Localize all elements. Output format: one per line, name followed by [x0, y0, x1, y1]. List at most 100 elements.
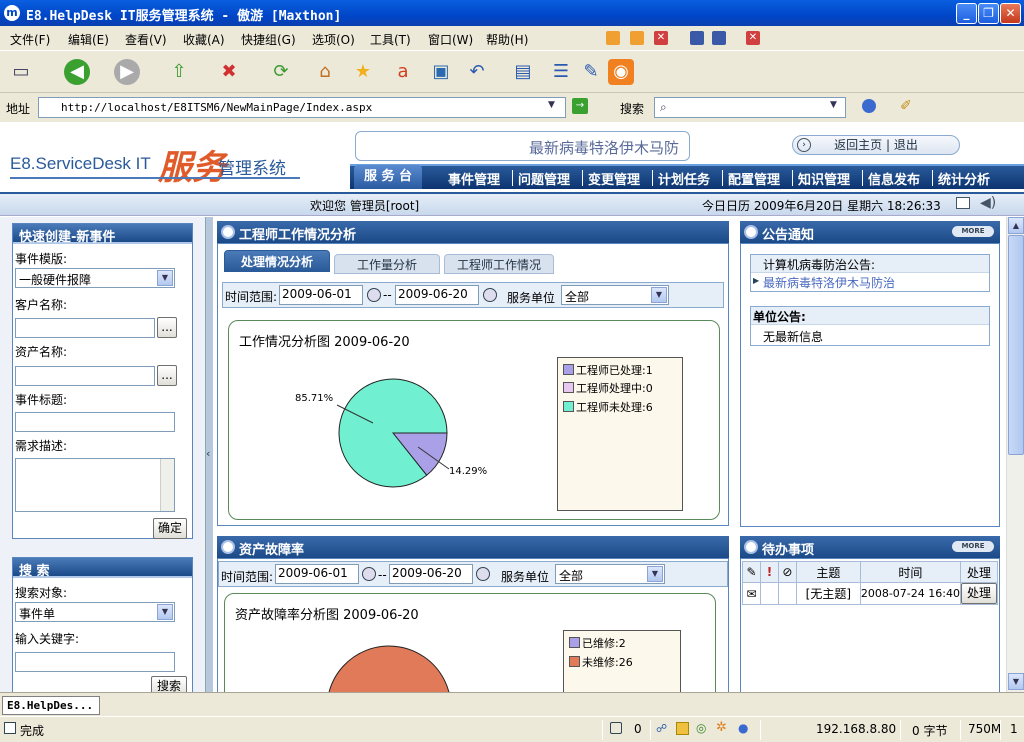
window-titlebar[interactable]: m E8.HelpDesk IT服务管理系统 - 傲游 [Maxthon] _ … [0, 0, 1024, 26]
tab-prev-icon[interactable] [606, 31, 620, 45]
tools-icon[interactable]: ▤ [510, 59, 536, 85]
news-marquee[interactable]: 最新病毒特洛伊木马防 [355, 131, 690, 161]
network-icon[interactable]: ☍ [656, 722, 667, 735]
home-logout-link[interactable]: › 返回主页 | 退出 [792, 135, 960, 155]
globe-icon[interactable]: ● [738, 721, 748, 735]
home-icon[interactable]: ⌂ [312, 59, 338, 85]
refresh-icon[interactable]: ⟳ [268, 59, 294, 85]
tab-workload-analysis[interactable]: 工作量分析 [334, 254, 440, 274]
scroll-up-icon[interactable]: ▲ [1008, 217, 1024, 234]
asset-date-from-input[interactable]: 2009-06-01 [275, 564, 359, 584]
minimize-button[interactable]: _ [956, 3, 977, 24]
tab-engineer-status[interactable]: 工程师工作情况 [444, 254, 554, 274]
asset-date-to-input[interactable]: 2009-06-20 [389, 564, 473, 584]
nav-publish[interactable]: 信息发布 [868, 169, 920, 188]
tab-minimize-icon[interactable] [690, 31, 704, 45]
calendar-icon[interactable] [476, 567, 490, 581]
proxy-icon[interactable]: ◎ [696, 721, 706, 735]
menu-file[interactable]: 文件(F) [10, 31, 50, 48]
translate-icon[interactable]: a [390, 59, 416, 85]
stop-icon[interactable]: ✖ [216, 59, 242, 85]
nav-change[interactable]: 变更管理 [588, 169, 640, 188]
highlight-icon[interactable]: ✐ [900, 98, 912, 114]
confirm-button[interactable]: 确定 [153, 518, 187, 539]
forward-icon[interactable]: ▶ [114, 59, 140, 85]
search-engine-icon[interactable] [862, 99, 876, 113]
book-icon[interactable] [956, 197, 970, 209]
popup-blocker-icon[interactable] [610, 722, 622, 734]
customer-browse-button[interactable]: ... [157, 317, 177, 338]
tab-close-icon[interactable]: ✕ [654, 31, 668, 45]
address-dropdown-icon[interactable]: ▼ [548, 100, 562, 114]
date-from-input[interactable]: 2009-06-01 [279, 285, 363, 305]
nav-statistics[interactable]: 统计分析 [938, 169, 990, 188]
menu-tools[interactable]: 工具(T) [370, 31, 411, 48]
asset-unit-select[interactable]: 全部 ▼ [555, 564, 665, 584]
menu-window[interactable]: 窗口(W) [428, 31, 473, 48]
nav-plan[interactable]: 计划任务 [658, 169, 710, 188]
notice-more-link[interactable]: MORE [952, 226, 994, 237]
search-input[interactable] [654, 97, 846, 118]
home-logout-label: 返回主页 | 退出 [834, 138, 918, 152]
nav-incident[interactable]: 事件管理 [448, 169, 500, 188]
subject-input[interactable] [15, 412, 175, 432]
todo-subject[interactable]: [无主题] [795, 582, 861, 605]
desc-textarea[interactable] [15, 458, 175, 512]
undo-icon[interactable]: ↶ [464, 59, 490, 85]
handle-button[interactable]: 处理 [961, 583, 997, 604]
customer-input[interactable] [15, 318, 155, 338]
date-to-input[interactable]: 2009-06-20 [395, 285, 479, 305]
plugin-icon[interactable] [676, 722, 689, 735]
scroll-down-icon[interactable]: ▼ [1008, 673, 1024, 690]
scroll-thumb[interactable] [1008, 235, 1024, 455]
menu-edit[interactable]: 编辑(E) [68, 31, 109, 48]
sidebar-splitter[interactable]: ‹ [205, 217, 213, 692]
calendar-icon[interactable] [367, 288, 381, 302]
template-select[interactable]: 一般硬件报障 ▼ [15, 268, 175, 288]
notes-icon[interactable]: ✎ [578, 59, 604, 85]
calendar-icon[interactable] [483, 288, 497, 302]
keyword-input[interactable] [15, 652, 175, 672]
menu-favorites[interactable]: 收藏(A) [183, 31, 225, 48]
tab-restore-icon[interactable] [712, 31, 726, 45]
menu-quickgroup[interactable]: 快捷组(G) [241, 31, 296, 48]
page-scrollbar[interactable]: ▲ ▼ [1006, 217, 1024, 692]
search-button[interactable]: 搜索 [151, 676, 187, 692]
menu-options[interactable]: 选项(O) [312, 31, 355, 48]
menu-help[interactable]: 帮助(H) [486, 31, 528, 48]
nav-config[interactable]: 配置管理 [728, 169, 780, 188]
new-page-icon[interactable]: ▭ [8, 59, 34, 85]
collapse-arrow-icon[interactable]: ‹ [206, 447, 214, 461]
calendar-text: 今日日历 2009年6月20日 星期六 18:26:33 [702, 199, 941, 213]
rss-icon[interactable]: ◉ [608, 59, 634, 85]
tab-close-all-icon[interactable]: ✕ [746, 31, 760, 45]
tab-handling-analysis[interactable]: 处理情况分析 [224, 250, 330, 272]
asset-input[interactable] [15, 366, 155, 386]
desc-scrollbar[interactable] [160, 459, 174, 511]
gear-icon[interactable]: ✲ [716, 720, 727, 735]
address-input[interactable]: http://localhost/E8ITSM6/NewMainPage/Ind… [38, 97, 566, 118]
up-icon[interactable]: ⇧ [166, 59, 192, 85]
search-dropdown-icon[interactable]: ▼ [830, 100, 837, 110]
restore-button[interactable]: ❐ [978, 3, 999, 24]
tab-next-icon[interactable] [630, 31, 644, 45]
close-window-button[interactable]: ✕ [1000, 3, 1021, 24]
sidebar-icon[interactable]: ☰ [548, 59, 574, 85]
browser-tab-active[interactable]: E8.HelpDes... [2, 696, 100, 715]
notice-link[interactable]: ▶ 最新病毒特洛伊木马防治 [751, 273, 989, 291]
todo-more-link[interactable]: MORE [952, 541, 994, 552]
asset-browse-button[interactable]: ... [157, 365, 177, 386]
unit-select[interactable]: 全部 ▼ [561, 285, 669, 305]
back-icon[interactable]: ◀ [64, 59, 90, 85]
calendar-icon[interactable] [362, 567, 376, 581]
nav-knowledge[interactable]: 知识管理 [798, 169, 850, 188]
search-target-select[interactable]: 事件单 ▼ [15, 602, 175, 622]
web-page: E8.ServiceDesk IT 服务 管理系统 最新病毒特洛伊木马防 › 返… [0, 122, 1024, 692]
go-icon[interactable]: → [572, 98, 588, 114]
menu-view[interactable]: 查看(V) [125, 31, 167, 48]
favorites-star-icon[interactable]: ★ [350, 59, 376, 85]
nav-service-desk[interactable]: 服 务 台 [354, 165, 423, 189]
capture-icon[interactable]: ▣ [428, 59, 454, 85]
nav-problem[interactable]: 问题管理 [518, 169, 570, 188]
speaker-icon[interactable]: ◀) [980, 195, 996, 211]
